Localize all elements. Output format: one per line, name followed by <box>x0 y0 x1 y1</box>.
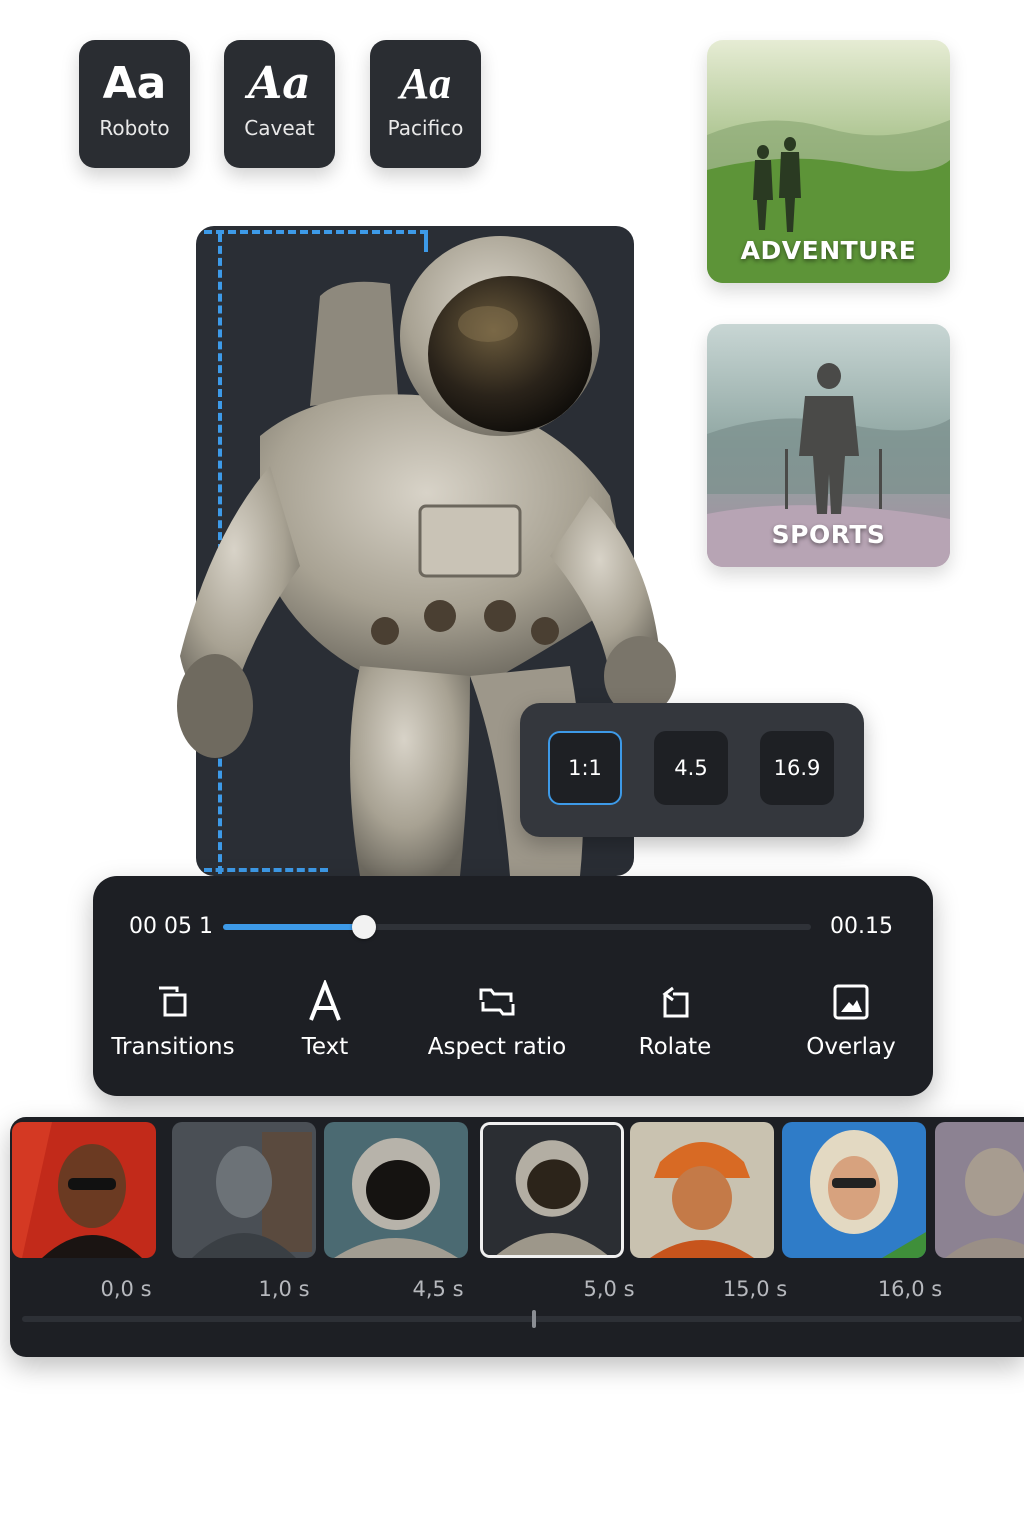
editor-toolbar-panel: 00 05 1 00.15 Transitions Text Aspect ra… <box>93 876 933 1096</box>
timestamp: 0,0 s <box>100 1277 152 1301</box>
font-card-caveat[interactable]: Aa Caveat <box>224 40 335 168</box>
category-card-sports[interactable]: SPORTS <box>707 324 950 567</box>
timestamp: 16,0 s <box>877 1277 943 1301</box>
ratio-option-1-1[interactable]: 1:1 <box>548 731 622 805</box>
crop-guide-top[interactable] <box>204 230 428 234</box>
timeline-clip[interactable] <box>172 1122 316 1258</box>
timestamp: 5,0 s <box>583 1277 635 1301</box>
ratio-option-16-9[interactable]: 16.9 <box>760 731 834 805</box>
tool-aspect-ratio[interactable]: Aspect ratio <box>419 980 575 1060</box>
timestamp: 15,0 s <box>722 1277 788 1301</box>
timestamp: 1,0 s <box>258 1277 310 1301</box>
timeline-scroll-handle[interactable] <box>532 1310 536 1328</box>
ratio-option-4-5[interactable]: 4.5 <box>654 731 728 805</box>
tool-overlay[interactable]: Overlay <box>795 980 907 1060</box>
tool-label: Aspect ratio <box>427 1034 567 1060</box>
tool-label: Text <box>301 1034 349 1060</box>
tool-label: Transitions <box>111 1034 235 1060</box>
timeline-clip[interactable] <box>324 1122 468 1258</box>
tool-rotate[interactable]: Rolate <box>625 980 725 1060</box>
current-time: 00 05 1 <box>129 914 213 939</box>
tool-label: Rolate <box>638 1034 712 1060</box>
transitions-icon <box>109 980 237 1024</box>
timeline-clip[interactable] <box>935 1122 1024 1258</box>
overlay-icon <box>795 980 907 1024</box>
font-name: Caveat <box>244 116 315 140</box>
timeline-clip[interactable] <box>630 1122 774 1258</box>
playback-slider[interactable] <box>223 915 811 939</box>
font-sample: Aa <box>248 58 311 109</box>
rotate-icon <box>625 980 725 1024</box>
tool-text[interactable]: Text <box>281 980 369 1060</box>
tool-label: Overlay <box>806 1034 896 1060</box>
text-icon <box>281 980 369 1024</box>
timestamp: 4,5 s <box>412 1277 464 1301</box>
tool-transitions[interactable]: Transitions <box>109 980 237 1060</box>
font-name: Roboto <box>99 116 170 140</box>
aspect-ratio-icon <box>419 980 575 1024</box>
font-sample: Aa <box>399 59 452 108</box>
category-card-adventure[interactable]: ADVENTURE <box>707 40 950 283</box>
timeline-clip[interactable] <box>12 1122 156 1258</box>
font-sample: Aa <box>102 58 167 109</box>
timeline-clip-selected[interactable] <box>480 1122 624 1258</box>
font-card-pacifico[interactable]: Aa Pacifico <box>370 40 481 168</box>
playback-progress <box>223 924 364 930</box>
font-card-roboto[interactable]: Aa Roboto <box>79 40 190 168</box>
category-label: SPORTS <box>771 520 886 549</box>
total-time: 00.15 <box>830 914 893 939</box>
aspect-ratio-popup: 1:1 4.5 16.9 <box>520 703 864 837</box>
category-label: ADVENTURE <box>740 236 917 265</box>
timeline-scrollbar[interactable] <box>22 1310 1022 1328</box>
timeline-clip[interactable] <box>782 1122 926 1258</box>
playback-thumb[interactable] <box>352 915 376 939</box>
font-name: Pacifico <box>387 116 464 140</box>
timeline-panel: 0,0 s 1,0 s 4,5 s 5,0 s 15,0 s 16,0 s <box>10 1117 1024 1357</box>
